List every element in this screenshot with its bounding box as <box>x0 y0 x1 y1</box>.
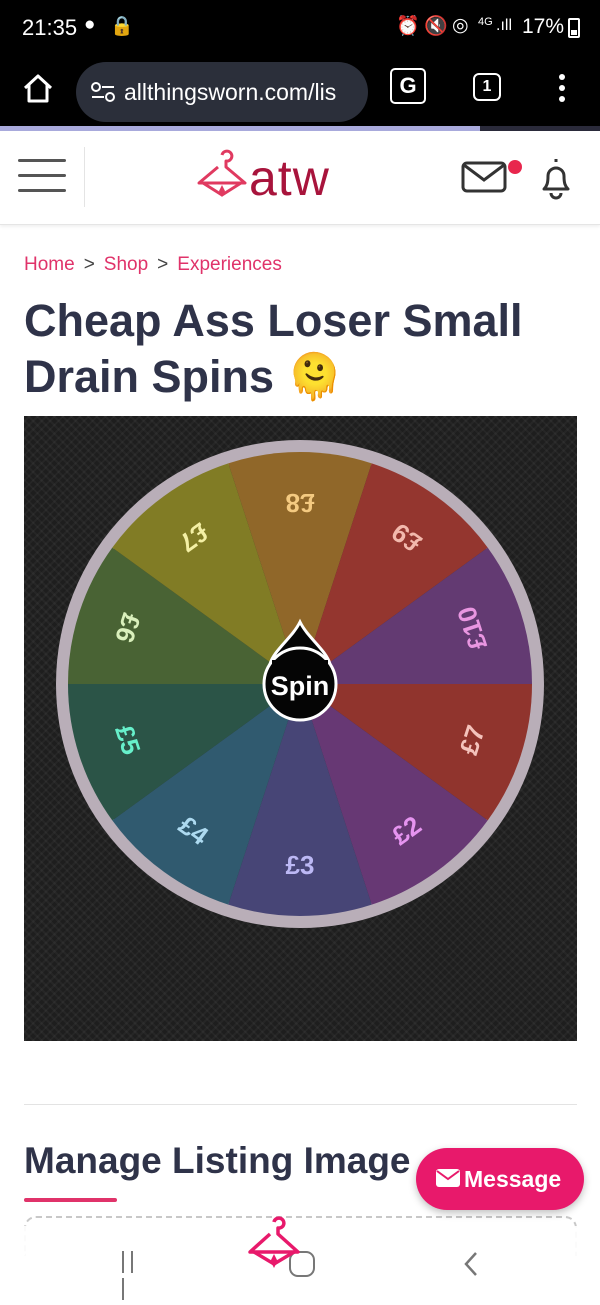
section-title: Manage Listing Image <box>24 1140 411 1181</box>
menu-icon[interactable] <box>18 159 66 195</box>
browser-toolbar: allthingsworn.com/lis G 1 <box>0 56 600 128</box>
recent-apps-button[interactable] <box>122 1251 148 1300</box>
envelope-icon <box>436 1169 460 1187</box>
battery-icon <box>568 18 580 38</box>
unread-dot <box>508 160 522 174</box>
message-label: Message <box>464 1166 562 1192</box>
breadcrumb-shop[interactable]: Shop <box>104 254 148 275</box>
status-time: 21:35 <box>22 15 78 40</box>
breadcrumb-experiences[interactable]: Experiences <box>177 254 282 275</box>
network-type: 4G <box>478 16 493 28</box>
floating-hanger-icon[interactable] <box>246 1214 302 1276</box>
pointer-join <box>272 660 328 668</box>
prize-wheel: £8£9£10£7£2£3£4£5£6£7Spin <box>56 440 544 928</box>
mute-icon: 🔇 <box>424 16 448 37</box>
chat-bubble-icon: ● <box>84 14 96 35</box>
page-title: Cheap Ass Loser Small Drain Spins 🫠 <box>24 295 523 402</box>
battery-level: 17% <box>521 15 564 38</box>
breadcrumb-separator: > <box>83 254 95 275</box>
bell-icon[interactable] <box>536 155 576 201</box>
breadcrumb: Home > Shop > Experiences <box>24 254 282 276</box>
back-button[interactable] <box>460 1250 484 1278</box>
site-settings-icon[interactable] <box>90 62 116 122</box>
site-header: atw <box>0 131 600 225</box>
overflow-menu-icon[interactable] <box>552 70 572 106</box>
home-icon[interactable] <box>20 70 56 106</box>
breadcrumb-separator: > <box>157 254 169 275</box>
tab-count-button[interactable]: 1 <box>473 73 501 101</box>
section-title-underline <box>24 1198 117 1202</box>
alarm-icon: ⏰ <box>396 16 420 37</box>
logo-text: atw <box>249 150 330 206</box>
site-logo[interactable]: atw <box>195 147 329 207</box>
header-divider <box>84 147 85 207</box>
breadcrumb-home[interactable]: Home <box>24 254 75 275</box>
spin-label: Spin <box>271 671 330 701</box>
section-divider <box>24 1104 577 1105</box>
url-bar[interactable]: allthingsworn.com/lis <box>76 62 368 122</box>
message-button[interactable]: Message <box>416 1148 584 1210</box>
lock-icon: 🔒 <box>110 16 134 37</box>
hanger-logo-icon <box>197 149 247 197</box>
mail-icon[interactable] <box>460 159 510 195</box>
url-text: allthingsworn.com/lis <box>124 79 337 105</box>
signal-icon: .ıll <box>496 17 512 34</box>
listing-image[interactable]: £8£9£10£7£2£3£4£5£6£7Spin <box>24 416 577 1041</box>
hotspot-icon: ◎ <box>452 15 469 36</box>
status-bar: 21:35 ● 🔒 ⏰ 🔇 ◎ 4G .ıll 17% <box>0 0 600 56</box>
translate-icon[interactable]: G <box>390 68 426 104</box>
